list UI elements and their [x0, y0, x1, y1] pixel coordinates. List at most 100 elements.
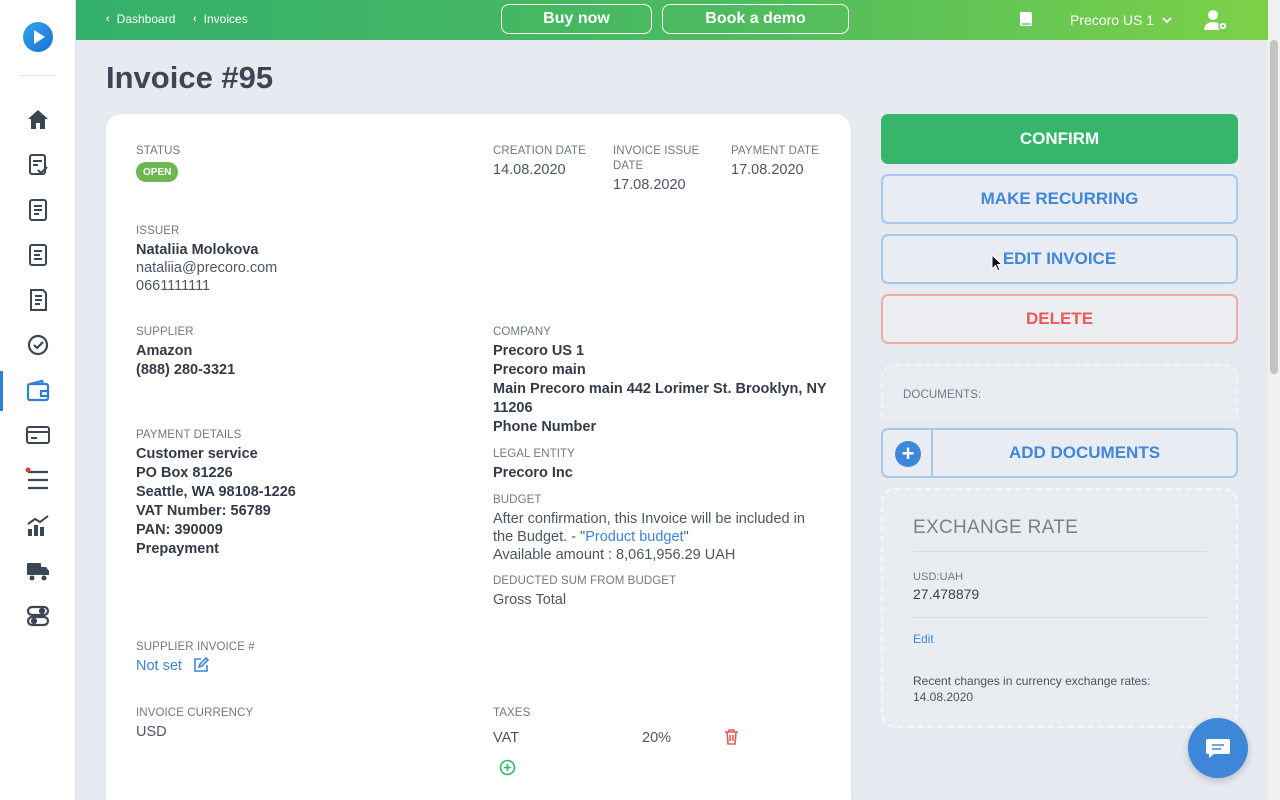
payment-details-line: PAN: 390009 — [136, 522, 223, 538]
precoro-logo[interactable] — [23, 22, 53, 52]
status-badge: OPEN — [136, 162, 179, 182]
creation-date-value: 14.08.2020 — [493, 162, 566, 178]
breadcrumb-invoices[interactable]: ‹ Invoices — [193, 12, 248, 26]
home-icon[interactable] — [0, 100, 76, 140]
invoice-details-card: STATUS OPEN CREATION DATE 14.08.2020 INV… — [106, 114, 851, 800]
tax-rate: 20% — [642, 730, 672, 746]
sidebar-divider — [20, 75, 56, 76]
budget-label: BUDGET — [493, 494, 542, 506]
payment-details-label: PAYMENT DETAILS — [136, 429, 242, 441]
confirm-button[interactable]: CONFIRM — [881, 114, 1238, 164]
exchange-rate-card: EXCHANGE RATE USD:UAH 27.478879 Edit Rec… — [881, 488, 1238, 728]
user-settings-icon[interactable] — [1203, 8, 1229, 37]
legal-entity-label: LEGAL ENTITY — [493, 448, 575, 460]
receipts-icon[interactable] — [0, 235, 76, 275]
organization-name: Precoro US 1 — [1070, 12, 1155, 28]
payment-details-line: PO Box 81226 — [136, 465, 233, 481]
taxes-label: TAXES — [493, 707, 531, 719]
budget-text-suffix: " — [683, 529, 689, 545]
mouse-cursor-icon — [991, 253, 1004, 277]
budget-available-amount: Available amount : 8,061,956.29 UAH — [493, 547, 736, 563]
analytics-icon[interactable] — [0, 506, 76, 546]
approvals-icon[interactable] — [0, 325, 76, 365]
breadcrumb-label: Dashboard — [116, 12, 176, 26]
payment-details-line: Seattle, WA 98108-1226 — [136, 484, 296, 500]
top-bar: ‹ Dashboard ‹ Invoices Buy now Book a de… — [76, 0, 1268, 40]
status-label: STATUS — [136, 145, 181, 157]
invoices-icon[interactable] — [0, 280, 76, 320]
edit-exchange-rate-link[interactable]: Edit — [913, 630, 934, 649]
creation-date-label: CREATION DATE — [493, 145, 586, 157]
invoice-currency-label: INVOICE CURRENCY — [136, 707, 254, 719]
breadcrumb-label: Invoices — [203, 12, 248, 26]
requisitions-icon[interactable] — [0, 145, 76, 185]
sidebar — [0, 0, 76, 800]
tax-name: VAT — [493, 730, 520, 746]
recent-changes-text: Recent changes in currency exchange rate… — [913, 674, 1151, 688]
company-line: Phone Number — [493, 419, 597, 435]
product-budget-link[interactable]: Product budget — [585, 529, 683, 545]
recent-changes-date: 14.08.2020 — [913, 690, 974, 704]
documents-card: DOCUMENTS: — [881, 364, 1238, 420]
issuer-email: nataliia@precoro.com — [136, 260, 278, 276]
purchase-orders-icon[interactable] — [0, 190, 76, 230]
legal-entity-value: Precoro Inc — [493, 465, 573, 481]
payment-details-line: VAT Number: 56789 — [136, 503, 271, 519]
chevron-left-icon: ‹ — [193, 13, 197, 25]
settings-icon[interactable] — [0, 596, 76, 636]
currency-pair-label: USD:UAH — [913, 571, 964, 583]
supplier-invoice-value[interactable]: Not set — [136, 657, 182, 676]
payments-icon[interactable] — [0, 415, 76, 455]
chat-button[interactable] — [1188, 718, 1248, 778]
company-label: COMPANY — [493, 326, 551, 338]
edit-icon[interactable] — [193, 656, 210, 678]
payment-date-value: 17.08.2020 — [731, 162, 804, 178]
supplier-phone: (888) 280-3321 — [136, 362, 236, 378]
budget-text-prefix: the Budget. - " — [493, 529, 586, 545]
scrollbar-thumb[interactable] — [1270, 40, 1278, 374]
buy-now-button[interactable]: Buy now — [501, 4, 652, 34]
book-icon[interactable] — [1018, 10, 1034, 33]
tasks-icon[interactable] — [0, 460, 76, 500]
exchange-rate-value: 27.478879 — [913, 586, 980, 602]
documents-label: DOCUMENTS: — [903, 389, 982, 401]
exchange-rate-title: EXCHANGE RATE — [913, 517, 1079, 538]
supplier-invoice-label: SUPPLIER INVOICE # — [136, 641, 255, 653]
payment-details-line: Customer service — [136, 446, 258, 462]
wallet-icon[interactable] — [0, 371, 76, 411]
page-title: Invoice #95 — [106, 60, 274, 95]
organization-select[interactable]: Precoro US 1 — [1070, 12, 1172, 28]
issue-date-label-line1: INVOICE ISSUE — [613, 145, 700, 157]
company-line: Precoro US 1 — [493, 343, 585, 359]
chevron-down-icon — [1162, 16, 1172, 23]
edit-invoice-button[interactable]: EDIT INVOICE — [881, 234, 1238, 284]
make-recurring-button[interactable]: MAKE RECURRING — [881, 174, 1238, 224]
delete-button[interactable]: DELETE — [881, 294, 1238, 344]
add-tax-icon[interactable] — [499, 759, 516, 781]
divider — [913, 551, 1207, 552]
company-line: Main Precoro main 442 Lorimer St. Brookl… — [493, 381, 827, 397]
invoice-currency-value: USD — [136, 724, 167, 740]
chat-icon — [1206, 739, 1230, 758]
company-line: Precoro main — [493, 362, 586, 378]
trash-icon[interactable] — [724, 728, 739, 750]
deducted-sum-value: Gross Total — [493, 592, 567, 608]
company-line: 11206 — [493, 400, 533, 416]
issuer-label: ISSUER — [136, 225, 180, 237]
budget-text-line2: the Budget. - "Product budget" — [493, 528, 689, 547]
issuer-phone: 0661111111 — [136, 278, 211, 294]
suppliers-icon[interactable] — [0, 551, 76, 591]
payment-details-line: Prepayment — [136, 541, 220, 557]
supplier-label: SUPPLIER — [136, 326, 194, 338]
budget-text: After confirmation, this Invoice will be… — [493, 511, 805, 527]
plus-icon: + — [895, 441, 921, 467]
chevron-left-icon: ‹ — [106, 13, 110, 25]
breadcrumb-dashboard[interactable]: ‹ Dashboard — [106, 12, 175, 26]
payment-date-label: PAYMENT DATE — [731, 145, 819, 157]
add-documents-button[interactable]: + ADD DOCUMENTS — [881, 428, 1238, 478]
divider — [913, 617, 1207, 618]
issue-date-value: 17.08.2020 — [613, 177, 686, 193]
issuer-name: Nataliia Molokova — [136, 242, 259, 258]
book-demo-button[interactable]: Book a demo — [662, 4, 849, 34]
deducted-sum-label: DEDUCTED SUM FROM BUDGET — [493, 575, 677, 587]
